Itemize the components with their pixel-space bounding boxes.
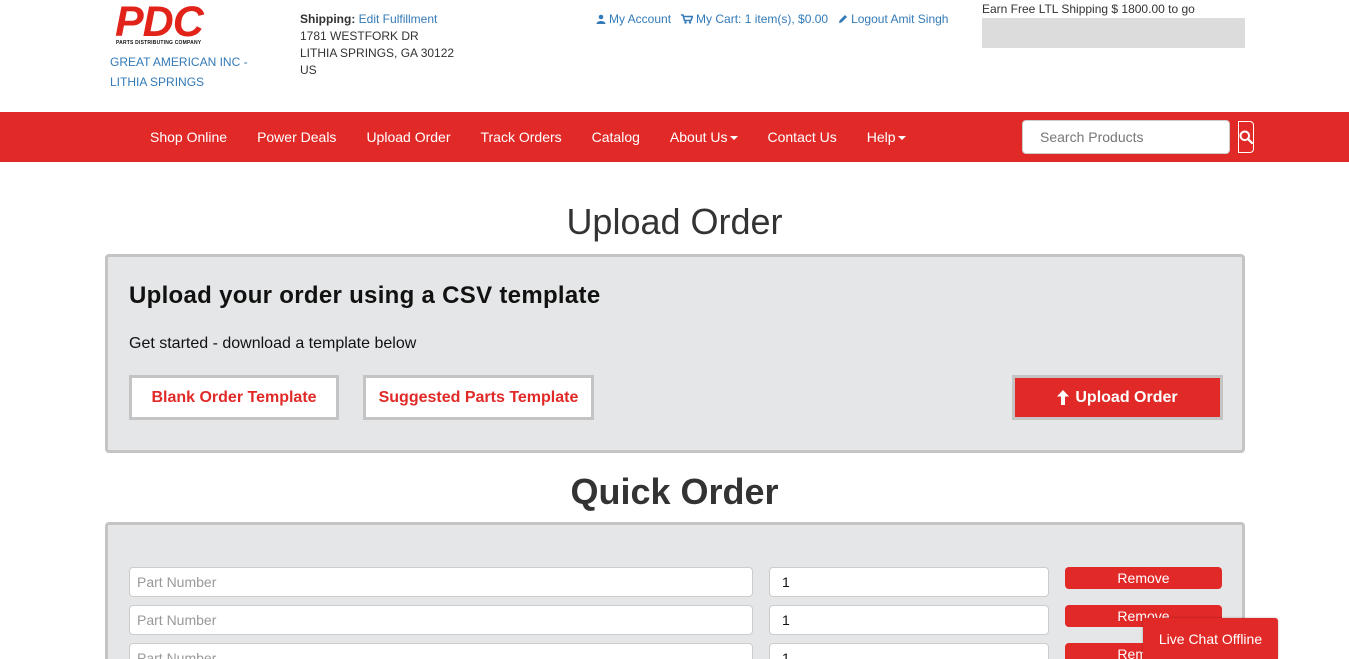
logout-label: Logout Amit Singh <box>851 12 949 26</box>
chevron-down-icon <box>897 135 906 140</box>
nav-shop-online[interactable]: Shop Online <box>135 129 242 145</box>
free-shipping-text: Earn Free LTL Shipping $ 1800.00 to go <box>982 2 1195 16</box>
nav-contact-us[interactable]: Contact Us <box>753 129 852 145</box>
pencil-icon <box>839 15 848 23</box>
account-links: My Account My Cart: 1 item(s), $0.00 Log… <box>596 12 948 26</box>
nav-upload-order[interactable]: Upload Order <box>351 129 465 145</box>
my-cart-link[interactable]: My Cart: 1 item(s), $0.00 <box>681 12 828 26</box>
company-line1: GREAT AMERICAN INC - <box>110 55 248 69</box>
shipping-address-line1: 1781 WESTFORK DR <box>300 29 419 43</box>
nav-upload-order-label: Upload Order <box>366 129 451 145</box>
quick-order-row: Remove <box>129 643 1224 659</box>
shipping-address-line3: US <box>300 63 317 77</box>
nav-about-us[interactable]: About Us <box>655 129 753 145</box>
pdc-logo[interactable]: PDC PARTS DISTRIBUTING COMPANY <box>115 0 211 48</box>
logout-link[interactable]: Logout Amit Singh <box>838 12 948 26</box>
nav-shop-online-label: Shop Online <box>150 129 228 145</box>
cart-icon <box>681 14 694 24</box>
nav-catalog-label: Catalog <box>591 129 640 145</box>
part-number-input[interactable] <box>129 567 753 597</box>
suggested-parts-template-button[interactable]: Suggested Parts Template <box>363 375 594 420</box>
quick-order-heading: Quick Order <box>570 471 779 512</box>
company-line2: LITHIA SPRINGS <box>110 75 205 89</box>
nav-about-us-label: About Us <box>669 129 728 145</box>
nav-power-deals[interactable]: Power Deals <box>242 129 351 145</box>
my-account-label: My Account <box>609 12 672 26</box>
remove-button[interactable]: Remove <box>1065 567 1222 589</box>
live-chat-button[interactable]: Live Chat Offline <box>1143 618 1278 659</box>
nav-menu: Shop Online Power Deals Upload Order Tra… <box>135 112 921 162</box>
my-cart-label: My Cart: 1 item(s), $0.00 <box>696 12 829 26</box>
upload-order-button[interactable]: Upload Order <box>1012 375 1223 420</box>
nav-power-deals-label: Power Deals <box>257 129 337 145</box>
free-shipping-progress-bar <box>982 18 1245 48</box>
upload-order-button-label: Upload Order <box>1075 388 1178 406</box>
nav-contact-us-label: Contact Us <box>767 129 837 145</box>
quick-order-row: Remove <box>129 605 1224 635</box>
quick-order-panel: Remove Remove Remove <box>105 522 1245 659</box>
shipping-label: Shipping: <box>300 12 356 26</box>
nav-help[interactable]: Help <box>852 129 921 145</box>
upload-panel: Upload your order using a CSV template G… <box>105 254 1245 453</box>
user-icon <box>596 14 606 24</box>
quantity-input[interactable] <box>769 567 1049 597</box>
blank-order-template-button[interactable]: Blank Order Template <box>129 375 339 420</box>
quantity-input[interactable] <box>769 643 1049 659</box>
part-number-input[interactable] <box>129 605 753 635</box>
upload-panel-subtitle: Get started - download a template below <box>129 335 417 352</box>
arrow-up-icon <box>1057 390 1070 405</box>
shipping-info: Shipping: Edit Fulfillment 1781 WESTFORK… <box>300 11 454 79</box>
company-link[interactable]: GREAT AMERICAN INC - LITHIA SPRINGS <box>110 52 270 92</box>
chevron-down-icon <box>729 135 738 140</box>
my-account-link[interactable]: My Account <box>596 12 671 26</box>
upload-panel-title: Upload your order using a CSV template <box>129 282 601 309</box>
part-number-input[interactable] <box>129 643 753 659</box>
search-input[interactable] <box>1023 121 1238 153</box>
shipping-address-line2: LITHIA SPRINGS, GA 30122 <box>300 46 455 60</box>
logo-text: PDC <box>115 0 204 46</box>
quantity-input[interactable] <box>769 605 1049 635</box>
search-button[interactable] <box>1238 121 1254 153</box>
nav-track-orders[interactable]: Track Orders <box>465 129 576 145</box>
edit-fulfillment-link[interactable]: Edit Fulfillment <box>359 12 438 26</box>
nav-help-label: Help <box>866 129 896 145</box>
upload-order-heading: Upload Order <box>566 201 783 242</box>
search-icon <box>1239 130 1253 144</box>
quick-order-row: Remove <box>129 567 1224 597</box>
main-navbar: Shop Online Power Deals Upload Order Tra… <box>0 112 1349 162</box>
nav-catalog[interactable]: Catalog <box>577 129 655 145</box>
logo-subtext: PARTS DISTRIBUTING COMPANY <box>116 40 202 46</box>
search-box <box>1022 120 1254 154</box>
nav-track-orders-label: Track Orders <box>480 129 562 145</box>
